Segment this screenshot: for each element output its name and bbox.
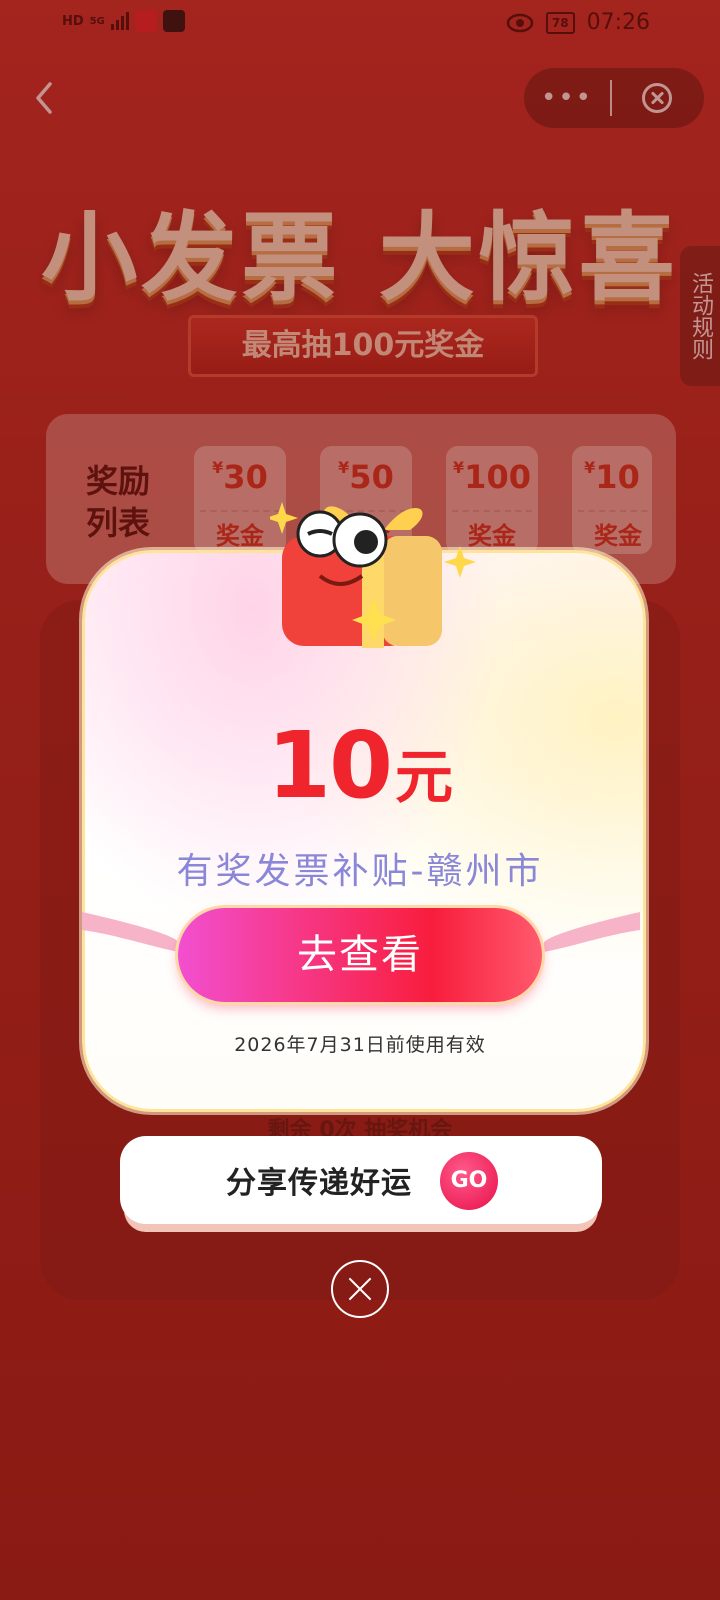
prize-amount-value: 10 — [266, 712, 393, 819]
prize-amount: 10元 — [0, 712, 720, 819]
view-button[interactable]: 去查看 — [178, 908, 542, 1002]
close-icon[interactable] — [331, 1260, 389, 1318]
coupon-name: 有奖发票补贴-赣州市 — [176, 851, 544, 892]
prize-amount-unit: 元 — [395, 743, 454, 811]
share-go-button[interactable]: GO — [440, 1152, 498, 1210]
validity-text: 2026年7月31日前使用有效 — [234, 1034, 486, 1056]
gift-mascot-icon — [270, 502, 476, 648]
share-label: 分享传递好运 — [226, 1166, 412, 1201]
